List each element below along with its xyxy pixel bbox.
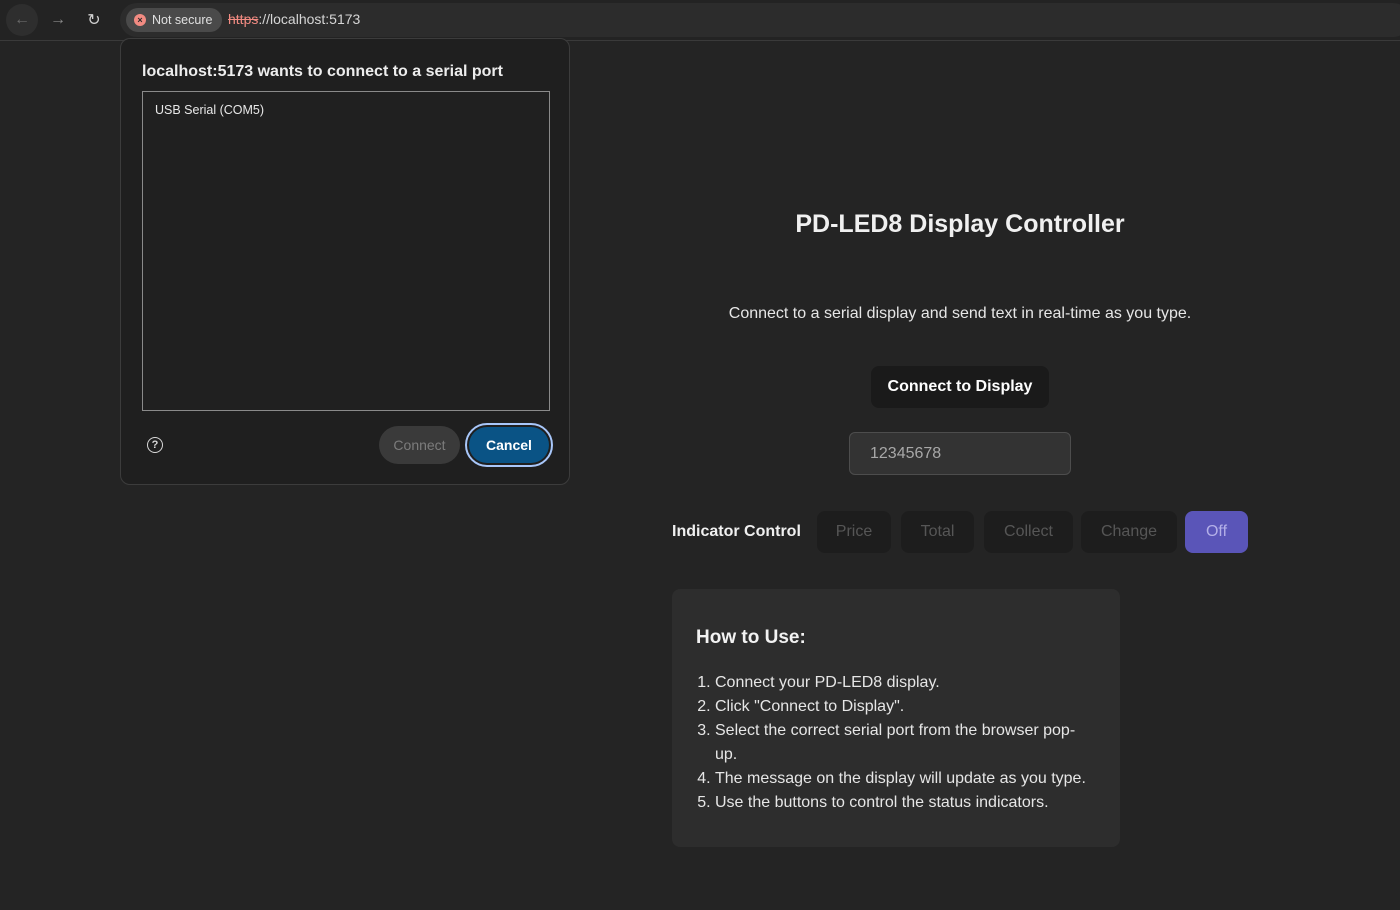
page-description: Connect to a serial display and send tex… xyxy=(728,305,1192,322)
port-list[interactable]: USB Serial (COM5) xyxy=(142,91,550,411)
how-to-title: How to Use: xyxy=(696,627,806,648)
forward-button[interactable]: → xyxy=(42,4,74,36)
list-item: The message on the display will update a… xyxy=(715,767,1096,791)
list-item: Select the correct serial port from the … xyxy=(715,719,1096,767)
browser-toolbar: ← → ↻ × Not secure https://localhost:517… xyxy=(0,0,1400,40)
reload-button[interactable]: ↻ xyxy=(78,4,110,36)
indicator-change-button[interactable]: Change xyxy=(1081,511,1177,553)
indicator-price-button[interactable]: Price xyxy=(817,511,891,553)
dialog-cancel-label: Cancel xyxy=(469,427,549,463)
connect-to-display-button[interactable]: Connect to Display xyxy=(871,366,1049,408)
how-to-steps: Connect your PD-LED8 display. Click "Con… xyxy=(696,671,1096,815)
dialog-cancel-button[interactable]: Cancel xyxy=(465,423,553,467)
back-button[interactable]: ← xyxy=(6,4,38,36)
not-secure-icon: × xyxy=(134,14,146,26)
dialog-title: localhost:5173 wants to connect to a ser… xyxy=(142,63,503,80)
security-chip-label: Not secure xyxy=(152,13,213,27)
list-item: Click "Connect to Display". xyxy=(715,695,1096,719)
port-item[interactable]: USB Serial (COM5) xyxy=(143,92,549,128)
url-host: ://localhost:5173 xyxy=(258,11,361,27)
arrow-right-icon: → xyxy=(50,11,66,28)
indicator-total-button[interactable]: Total xyxy=(901,511,974,553)
list-item: Connect your PD-LED8 display. xyxy=(715,671,1096,695)
url-scheme: https xyxy=(228,11,259,27)
indicator-off-button[interactable]: Off xyxy=(1185,511,1248,553)
security-chip[interactable]: × Not secure xyxy=(126,8,223,32)
serial-port-dialog: localhost:5173 wants to connect to a ser… xyxy=(120,38,570,485)
indicator-control-label: Indicator Control xyxy=(672,523,801,540)
reload-icon: ↻ xyxy=(87,12,101,29)
url-text[interactable]: https://localhost:5173 xyxy=(228,11,360,27)
page-title: PD-LED8 Display Controller xyxy=(795,210,1125,238)
arrow-left-icon: ← xyxy=(14,11,30,28)
help-icon[interactable]: ? xyxy=(147,437,163,453)
dialog-connect-button[interactable]: Connect xyxy=(379,426,460,464)
indicator-collect-button[interactable]: Collect xyxy=(984,511,1073,553)
how-to-use-card: How to Use: Connect your PD-LED8 display… xyxy=(672,589,1120,847)
display-text-input[interactable] xyxy=(849,432,1071,475)
list-item: Use the buttons to control the status in… xyxy=(715,791,1096,815)
